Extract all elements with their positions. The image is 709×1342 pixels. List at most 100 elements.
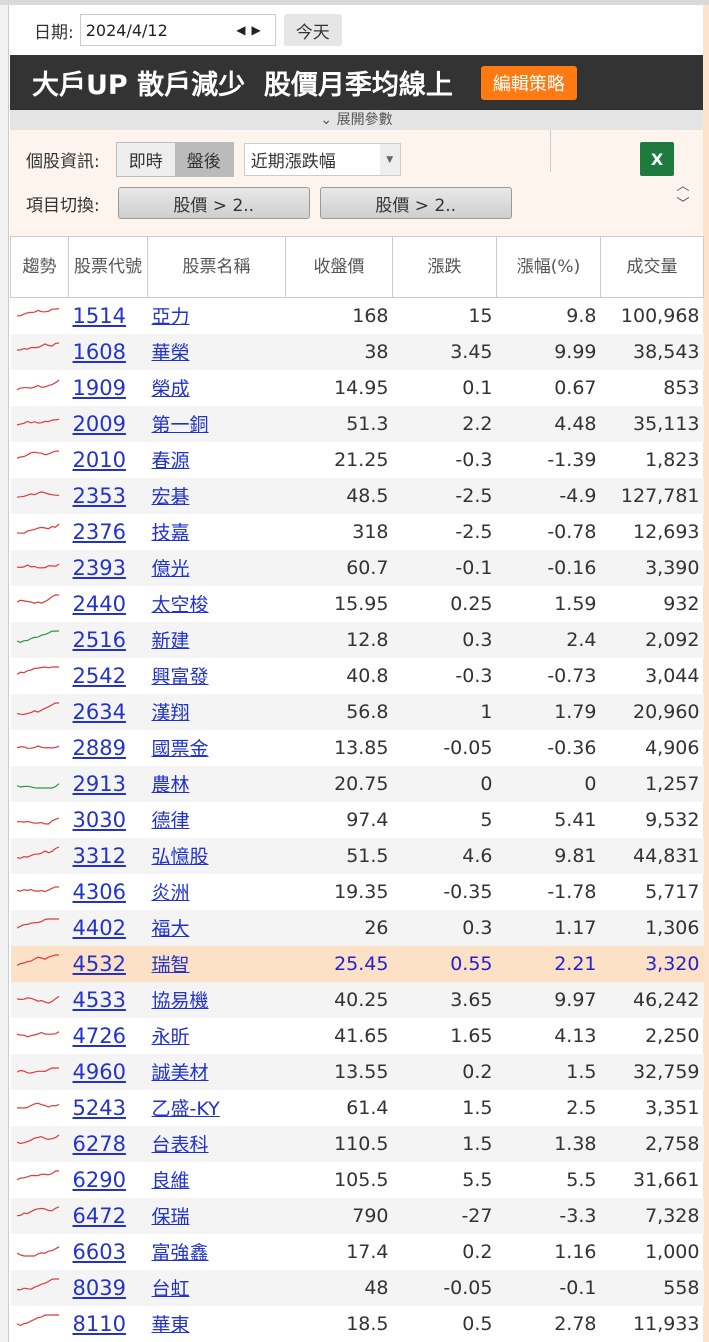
stock-code-link[interactable]: 1608 <box>73 340 126 364</box>
stock-name-link[interactable]: 第一銅 <box>152 414 209 436</box>
stock-name-link[interactable]: 協易機 <box>152 990 209 1012</box>
stock-code-link[interactable]: 1909 <box>73 376 126 400</box>
left-panel-edge[interactable] <box>0 5 9 1342</box>
stock-name-link[interactable]: 宏碁 <box>152 486 190 508</box>
stock-code-link[interactable]: 6472 <box>73 1204 126 1228</box>
stock-code-link[interactable]: 3030 <box>73 808 126 832</box>
table-row[interactable]: 2393 億光 60.7 -0.1 -0.16 3,390 <box>10 549 704 586</box>
stock-name-link[interactable]: 榮成 <box>152 378 190 400</box>
stock-name-link[interactable]: 瑞智 <box>152 954 190 976</box>
mode-after-hours-button[interactable]: 盤後 <box>174 143 233 176</box>
table-row[interactable]: 4532 瑞智 25.45 0.55 2.21 3,320 <box>10 945 704 982</box>
stock-code-link[interactable]: 3312 <box>73 844 126 868</box>
stock-code-link[interactable]: 2889 <box>73 736 126 760</box>
stock-code-link[interactable]: 1514 <box>73 304 126 328</box>
stock-name-link[interactable]: 福大 <box>152 918 190 940</box>
expand-params-toggle[interactable]: ⌄ 展開參數 <box>10 110 703 130</box>
stock-name-link[interactable]: 德律 <box>152 810 190 832</box>
stock-name-link[interactable]: 保瑞 <box>152 1206 190 1228</box>
stock-code-link[interactable]: 6603 <box>73 1240 126 1264</box>
table-row[interactable]: 4306 炎洲 19.35 -0.35 -1.78 5,717 <box>11 874 704 910</box>
table-row[interactable]: 6603 富強鑫 17.4 0.2 1.16 1,000 <box>11 1234 704 1270</box>
stock-name-link[interactable]: 弘憶股 <box>152 846 209 868</box>
today-button[interactable]: 今天 <box>283 14 342 46</box>
table-row[interactable]: 4726 永昕 41.65 1.65 4.13 2,250 <box>11 1018 704 1054</box>
stock-code-link[interactable]: 2516 <box>73 628 126 652</box>
scroll-arrows[interactable]: ︿ ﹀ <box>673 178 693 214</box>
stock-name-link[interactable]: 新建 <box>152 630 190 652</box>
period-select[interactable]: 近期漲跌幅 ▼ <box>243 143 401 176</box>
col-close[interactable]: 收盤價 <box>285 236 393 298</box>
stock-code-link[interactable]: 2009 <box>73 412 126 436</box>
stock-name-link[interactable]: 技嘉 <box>152 522 190 544</box>
stock-name-link[interactable]: 台虹 <box>152 1278 190 1300</box>
stock-name-link[interactable]: 亞力 <box>152 306 190 328</box>
stock-name-link[interactable]: 炎洲 <box>152 882 190 904</box>
stock-code-link[interactable]: 2353 <box>73 484 126 508</box>
table-row[interactable]: 3030 德律 97.4 5 5.41 9,532 <box>11 802 704 838</box>
table-row[interactable]: 4960 誠美材 13.55 0.2 1.5 32,759 <box>10 1053 704 1090</box>
stock-code-link[interactable]: 4960 <box>73 1060 126 1084</box>
stock-code-link[interactable]: 4533 <box>73 988 126 1012</box>
col-change[interactable]: 漲跌 <box>392 236 497 298</box>
table-row[interactable]: 2542 興富發 40.8 -0.3 -0.73 3,044 <box>11 658 704 694</box>
stock-name-link[interactable]: 太空梭 <box>152 594 209 616</box>
table-row[interactable]: 2889 國票金 13.85 -0.05 -0.36 4,906 <box>11 730 704 766</box>
table-row[interactable]: 2353 宏碁 48.5 -2.5 -4.9 127,781 <box>10 477 704 514</box>
table-row[interactable]: 3312 弘憶股 51.5 4.6 9.81 44,831 <box>10 837 704 874</box>
col-volume[interactable]: 成交量 <box>600 236 704 298</box>
table-row[interactable]: 8039 台虹 48 -0.05 -0.1 558 <box>10 1269 704 1306</box>
stock-name-link[interactable]: 良維 <box>152 1170 190 1192</box>
excel-export-icon[interactable]: X <box>640 142 674 176</box>
stock-name-link[interactable]: 華東 <box>152 1314 190 1336</box>
stock-name-link[interactable]: 富強鑫 <box>152 1242 209 1264</box>
edit-strategy-button[interactable]: 編輯策略 <box>480 65 577 100</box>
stock-code-link[interactable]: 8110 <box>73 1312 126 1336</box>
table-row[interactable]: 2440 太空梭 15.95 0.25 1.59 932 <box>11 586 704 622</box>
stock-code-link[interactable]: 4532 <box>73 952 126 976</box>
stock-code-link[interactable]: 4402 <box>73 916 126 940</box>
table-row[interactable]: 8110 華東 18.5 0.5 2.78 11,933 <box>11 1306 704 1342</box>
stock-name-link[interactable]: 永昕 <box>152 1026 190 1048</box>
date-input[interactable]: 2024/4/12 ◀▶ <box>79 14 276 46</box>
item-switch-button-2[interactable]: 股價 > 2.. <box>319 187 512 219</box>
table-row[interactable]: 6290 良維 105.5 5.5 5.5 31,661 <box>11 1162 704 1198</box>
stock-code-link[interactable]: 2376 <box>73 520 126 544</box>
stock-name-link[interactable]: 華榮 <box>152 342 190 364</box>
table-row[interactable]: 5243 乙盛-KY 61.4 1.5 2.5 3,351 <box>11 1090 704 1126</box>
table-row[interactable]: 6278 台表科 110.5 1.5 1.38 2,758 <box>10 1125 704 1162</box>
stock-name-link[interactable]: 誠美材 <box>152 1062 209 1084</box>
date-prev-next-arrows[interactable]: ◀▶ <box>236 23 266 37</box>
table-row[interactable]: 1909 榮成 14.95 0.1 0.67 853 <box>11 370 704 406</box>
mode-realtime-button[interactable]: 即時 <box>116 143 175 176</box>
stock-code-link[interactable]: 4726 <box>73 1024 126 1048</box>
col-name[interactable]: 股票名稱 <box>147 236 286 298</box>
table-row[interactable]: 2913 農林 20.75 0 0 1,257 <box>10 765 704 802</box>
stock-name-link[interactable]: 農林 <box>152 774 190 796</box>
table-row[interactable]: 4533 協易機 40.25 3.65 9.97 46,242 <box>10 981 704 1018</box>
col-trend[interactable]: 趨勢 <box>10 236 69 298</box>
table-row[interactable]: 6472 保瑞 790 -27 -3.3 7,328 <box>10 1197 704 1234</box>
col-pct[interactable]: 漲幅(%) <box>496 236 601 298</box>
stock-code-link[interactable]: 2634 <box>73 700 126 724</box>
stock-code-link[interactable]: 6278 <box>73 1132 126 1156</box>
stock-code-link[interactable]: 2913 <box>73 772 126 796</box>
stock-code-link[interactable]: 2440 <box>73 592 126 616</box>
stock-name-link[interactable]: 國票金 <box>152 738 209 760</box>
stock-code-link[interactable]: 5243 <box>73 1096 126 1120</box>
chevron-up-icon[interactable]: ︿ <box>673 178 693 196</box>
table-row[interactable]: 2010 春源 21.25 -0.3 -1.39 1,823 <box>11 442 704 478</box>
stock-name-link[interactable]: 億光 <box>152 558 190 580</box>
stock-name-link[interactable]: 台表科 <box>152 1134 209 1156</box>
stock-code-link[interactable]: 2542 <box>73 664 126 688</box>
stock-code-link[interactable]: 6290 <box>73 1168 126 1192</box>
stock-code-link[interactable]: 8039 <box>73 1276 126 1300</box>
col-code[interactable]: 股票代號 <box>68 236 148 298</box>
stock-name-link[interactable]: 乙盛-KY <box>152 1098 220 1120</box>
stock-name-link[interactable]: 興富發 <box>152 666 209 688</box>
stock-name-link[interactable]: 春源 <box>152 450 190 472</box>
chevron-down-icon[interactable]: ﹀ <box>673 196 693 214</box>
table-row[interactable]: 2634 漢翔 56.8 1 1.79 20,960 <box>10 693 704 730</box>
table-row[interactable]: 2009 第一銅 51.3 2.2 4.48 35,113 <box>10 405 704 442</box>
table-row[interactable]: 1514 亞力 168 15 9.8 100,968 <box>11 298 704 334</box>
